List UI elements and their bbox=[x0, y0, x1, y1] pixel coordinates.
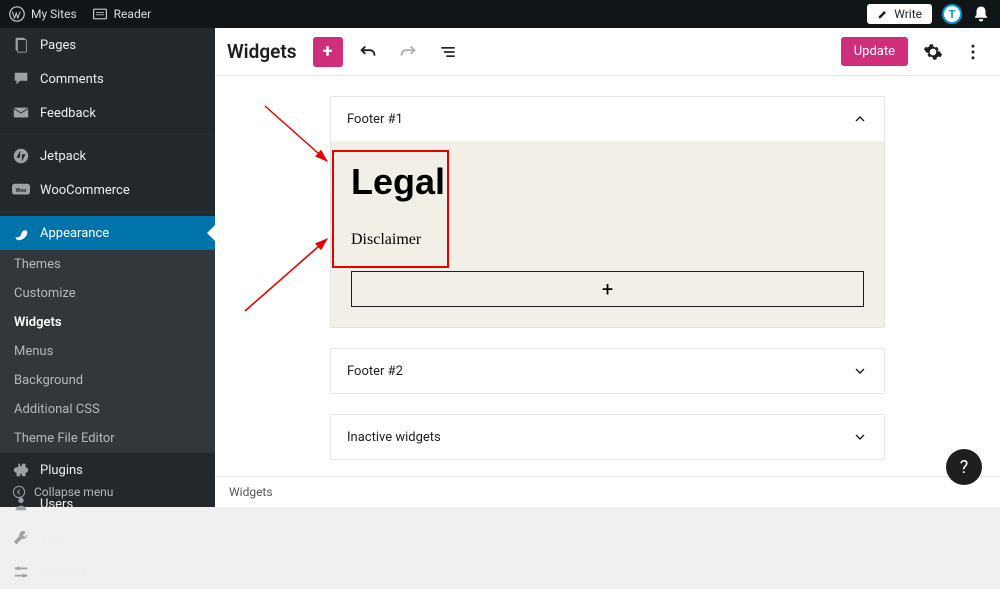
widget-area-title: Footer #2 bbox=[347, 364, 403, 379]
menu-label: Plugins bbox=[40, 463, 83, 478]
submenu-background[interactable]: Background bbox=[0, 366, 215, 395]
editor-header: Widgets + Update bbox=[215, 28, 1000, 76]
help-button[interactable]: ? bbox=[946, 449, 982, 485]
submenu-widgets[interactable]: Widgets bbox=[0, 308, 215, 337]
menu-comments[interactable]: Comments bbox=[0, 62, 215, 96]
user-initial: T bbox=[949, 8, 956, 21]
user-avatar[interactable]: T bbox=[942, 4, 962, 24]
pencil-icon bbox=[877, 8, 889, 20]
menu-label: Jetpack bbox=[40, 149, 86, 164]
appearance-icon bbox=[12, 224, 30, 242]
wordpress-icon bbox=[8, 5, 26, 23]
notifications-icon[interactable] bbox=[972, 5, 990, 23]
widget-area-header[interactable]: Footer #1 bbox=[331, 97, 884, 141]
my-sites-label: My Sites bbox=[31, 7, 77, 21]
redo-button[interactable] bbox=[393, 37, 423, 67]
chevron-down-icon bbox=[852, 363, 868, 379]
widget-area-header[interactable]: Inactive widgets bbox=[331, 415, 884, 459]
heading-block[interactable]: Legal bbox=[351, 161, 864, 203]
undo-button[interactable] bbox=[353, 37, 383, 67]
submenu-theme-file-editor[interactable]: Theme File Editor bbox=[0, 424, 215, 453]
settings-icon bbox=[12, 563, 30, 581]
widget-area-inactive: Inactive widgets bbox=[330, 414, 885, 460]
menu-label: WooCommerce bbox=[40, 183, 130, 198]
editor-main: Widgets + Update bbox=[215, 28, 1000, 507]
settings-button[interactable] bbox=[918, 37, 948, 67]
feedback-icon bbox=[12, 104, 30, 122]
woocommerce-icon: Woo bbox=[12, 181, 30, 199]
jetpack-icon bbox=[12, 147, 30, 165]
menu-label: Feedback bbox=[40, 106, 96, 121]
menu-label: Settings bbox=[40, 565, 87, 580]
appearance-submenu: Themes Customize Widgets Menus Backgroun… bbox=[0, 250, 215, 453]
menu-feedback[interactable]: Feedback bbox=[0, 96, 215, 130]
menu-woocommerce[interactable]: Woo WooCommerce bbox=[0, 173, 215, 207]
write-button[interactable]: Write bbox=[867, 4, 932, 24]
menu-label: Comments bbox=[40, 72, 104, 87]
menu-label: Pages bbox=[40, 38, 76, 53]
widget-area-body: Legal Disclaimer + bbox=[331, 141, 884, 327]
menu-tools[interactable]: Tools bbox=[0, 521, 215, 555]
chevron-up-icon bbox=[852, 111, 868, 127]
update-label: Update bbox=[854, 44, 895, 59]
svg-text:Woo: Woo bbox=[16, 188, 27, 194]
collapse-label: Collapse menu bbox=[34, 485, 113, 499]
write-label: Write bbox=[894, 7, 922, 21]
submenu-customize[interactable]: Customize bbox=[0, 279, 215, 308]
paragraph-block[interactable]: Disclaimer bbox=[351, 231, 864, 249]
editor-canvas: Footer #1 Legal Disclaimer + Footer #2 bbox=[215, 76, 1000, 476]
widget-area-title: Footer #1 bbox=[347, 112, 403, 127]
widget-area-title: Inactive widgets bbox=[347, 430, 441, 445]
reader-label: Reader bbox=[114, 7, 151, 21]
editor-title: Widgets bbox=[227, 40, 297, 63]
menu-label: Appearance bbox=[40, 226, 109, 241]
menu-pages[interactable]: Pages bbox=[0, 28, 215, 62]
list-view-button[interactable] bbox=[433, 37, 463, 67]
menu-label: Tools bbox=[40, 531, 72, 546]
breadcrumb: Widgets bbox=[215, 476, 1000, 507]
tools-icon bbox=[12, 529, 30, 547]
update-button[interactable]: Update bbox=[841, 37, 908, 66]
reader-link[interactable]: Reader bbox=[91, 5, 151, 23]
submenu-themes[interactable]: Themes bbox=[0, 250, 215, 279]
breadcrumb-label: Widgets bbox=[229, 485, 273, 499]
menu-settings[interactable]: Settings bbox=[0, 555, 215, 589]
menu-jetpack[interactable]: Jetpack bbox=[0, 139, 215, 173]
block-appender[interactable]: + bbox=[351, 271, 864, 307]
my-sites-link[interactable]: My Sites bbox=[8, 5, 77, 23]
admin-toolbar: My Sites Reader Write T bbox=[0, 0, 1000, 28]
chevron-down-icon bbox=[852, 429, 868, 445]
admin-sidebar: Pages Comments Feedback Jetpack Woo WooC… bbox=[0, 28, 215, 507]
reader-icon bbox=[91, 5, 109, 23]
pages-icon bbox=[12, 36, 30, 54]
widget-area-footer1: Footer #1 Legal Disclaimer + bbox=[330, 96, 885, 328]
widget-area-header[interactable]: Footer #2 bbox=[331, 349, 884, 393]
comments-icon bbox=[12, 70, 30, 88]
help-label: ? bbox=[960, 457, 969, 478]
add-block-button[interactable]: + bbox=[313, 37, 343, 67]
collapse-menu[interactable]: Collapse menu bbox=[0, 477, 125, 507]
menu-appearance[interactable]: Appearance bbox=[0, 216, 215, 250]
submenu-menus[interactable]: Menus bbox=[0, 337, 215, 366]
options-button[interactable] bbox=[958, 37, 988, 67]
widget-area-footer2: Footer #2 bbox=[330, 348, 885, 394]
collapse-icon bbox=[12, 485, 26, 499]
submenu-additional-css[interactable]: Additional CSS bbox=[0, 395, 215, 424]
